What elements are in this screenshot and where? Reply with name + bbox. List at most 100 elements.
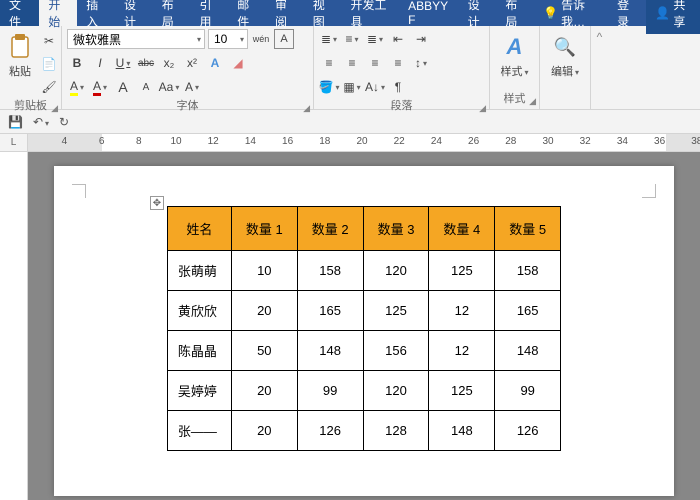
tab-6[interactable]: 审阅 — [266, 0, 304, 26]
cell-value[interactable]: 148 — [429, 411, 495, 451]
table-row[interactable]: 吴婷婷209912012599 — [167, 371, 560, 411]
ruler-vertical[interactable] — [0, 152, 28, 500]
cell-value[interactable]: 12 — [429, 291, 495, 331]
cell-value[interactable]: 125 — [429, 371, 495, 411]
table-move-handle[interactable]: ✥ — [150, 196, 164, 210]
line-spacing-button[interactable]: ↕ — [411, 53, 431, 73]
underline-button[interactable]: U — [113, 53, 133, 73]
cell-name[interactable]: 黄欣欣 — [167, 291, 231, 331]
font-name-combo[interactable]: 微软雅黑▾ — [67, 29, 205, 49]
strike-button[interactable]: abc — [136, 53, 156, 73]
tab-10[interactable]: 设计 — [459, 0, 497, 26]
table-header[interactable]: 姓名 — [167, 207, 231, 251]
cell-value[interactable]: 125 — [429, 251, 495, 291]
cut-button[interactable]: ✂ — [39, 31, 59, 51]
cell-value[interactable]: 20 — [231, 411, 297, 451]
cell-value[interactable]: 120 — [363, 371, 429, 411]
tab-4[interactable]: 引用 — [190, 0, 228, 26]
tab-9[interactable]: ABBYY F — [399, 0, 459, 26]
multilevel-button[interactable]: ≣ — [365, 29, 385, 49]
tab-8[interactable]: 开发工具 — [342, 0, 400, 26]
sort-button[interactable]: A↓ — [365, 77, 385, 97]
cell-value[interactable]: 148 — [495, 331, 561, 371]
grow-font-button[interactable]: A — [113, 77, 133, 97]
save-button[interactable]: 💾 — [8, 115, 23, 129]
ruler-horizontal[interactable]: L 468101214161820222426283032343638 — [0, 134, 700, 152]
tab-5[interactable]: 邮件 — [228, 0, 266, 26]
font-color-button[interactable]: A — [90, 77, 110, 97]
cell-value[interactable]: 158 — [495, 251, 561, 291]
eraser-button[interactable]: ◢ — [228, 53, 248, 73]
copy-button[interactable]: 📄 — [39, 54, 59, 74]
cell-value[interactable]: 20 — [231, 291, 297, 331]
table-row[interactable]: 陈晶晶5014815612148 — [167, 331, 560, 371]
cell-name[interactable]: 吴婷婷 — [167, 371, 231, 411]
decrease-indent-button[interactable]: ⇤ — [388, 29, 408, 49]
phonetic-guide-button[interactable]: wén — [251, 29, 271, 49]
collapse-ribbon-button[interactable]: ^ — [590, 26, 608, 109]
highlight-button[interactable]: A — [67, 77, 87, 97]
cell-value[interactable]: 128 — [363, 411, 429, 451]
dialog-launcher-icon[interactable]: ◢ — [51, 103, 58, 114]
cell-value[interactable]: 10 — [231, 251, 297, 291]
bullets-button[interactable]: ≣ — [319, 29, 339, 49]
dialog-launcher-icon[interactable]: ◢ — [303, 103, 310, 114]
cell-value[interactable]: 148 — [297, 331, 363, 371]
tab-11[interactable]: 布局 — [496, 0, 534, 26]
cell-name[interactable]: 张—— — [167, 411, 231, 451]
subscript-button[interactable]: x₂ — [159, 53, 179, 73]
table-header[interactable]: 数量 3 — [363, 207, 429, 251]
table-header[interactable]: 数量 5 — [495, 207, 561, 251]
justify-button[interactable]: ≡ — [388, 53, 408, 73]
cell-name[interactable]: 陈晶晶 — [167, 331, 231, 371]
italic-button[interactable]: I — [90, 53, 110, 73]
redo-button[interactable]: ↻ — [59, 115, 69, 129]
superscript-button[interactable]: x² — [182, 53, 202, 73]
cell-name[interactable]: 张萌萌 — [167, 251, 231, 291]
shrink-font-button[interactable]: A — [136, 77, 156, 97]
tab-7[interactable]: 视图 — [304, 0, 342, 26]
text-effects-button[interactable]: A — [205, 53, 225, 73]
cell-value[interactable]: 50 — [231, 331, 297, 371]
table-row[interactable]: 张萌萌10158120125158 — [167, 251, 560, 291]
cell-value[interactable]: 165 — [297, 291, 363, 331]
tab-2[interactable]: 设计 — [115, 0, 153, 26]
borders-button[interactable]: ▦ — [342, 77, 362, 97]
table-header[interactable]: 数量 4 — [429, 207, 495, 251]
cell-value[interactable]: 99 — [297, 371, 363, 411]
styles-button[interactable]: A 样式 — [495, 29, 534, 79]
dialog-launcher-icon[interactable]: ◢ — [479, 103, 486, 114]
cell-value[interactable]: 125 — [363, 291, 429, 331]
char-shading-button[interactable]: A — [182, 77, 202, 97]
paste-button[interactable]: 粘贴 — [5, 29, 35, 79]
align-right-button[interactable]: ≡ — [365, 53, 385, 73]
format-painter-button[interactable]: 🖌 — [39, 77, 59, 97]
cell-value[interactable]: 126 — [297, 411, 363, 451]
numbering-button[interactable]: ≡ — [342, 29, 362, 49]
editing-button[interactable]: 🔍 编辑 — [545, 29, 585, 79]
change-case-button[interactable]: Aa — [159, 77, 179, 97]
shading-button[interactable]: 🪣 — [319, 77, 339, 97]
share-button[interactable]: 👤 共享 — [646, 0, 700, 34]
bold-button[interactable]: B — [67, 53, 87, 73]
table-row[interactable]: 黄欣欣2016512512165 — [167, 291, 560, 331]
page[interactable]: ✥ 姓名数量 1数量 2数量 3数量 4数量 5 张萌萌101581201251… — [54, 166, 674, 496]
tab-file[interactable]: 文件 — [0, 0, 39, 26]
table-row[interactable]: 张——20126128148126 — [167, 411, 560, 451]
cell-value[interactable]: 20 — [231, 371, 297, 411]
char-border-button[interactable]: A — [274, 29, 294, 49]
align-left-button[interactable]: ≡ — [319, 53, 339, 73]
cell-value[interactable]: 156 — [363, 331, 429, 371]
cell-value[interactable]: 126 — [495, 411, 561, 451]
show-marks-button[interactable]: ¶ — [388, 77, 408, 97]
cell-value[interactable]: 12 — [429, 331, 495, 371]
cell-value[interactable]: 99 — [495, 371, 561, 411]
increase-indent-button[interactable]: ⇥ — [411, 29, 431, 49]
login-button[interactable]: 登录 — [608, 0, 646, 34]
tab-0[interactable]: 开始 — [39, 0, 77, 26]
table-header[interactable]: 数量 2 — [297, 207, 363, 251]
tab-3[interactable]: 布局 — [153, 0, 191, 26]
tab-1[interactable]: 插入 — [77, 0, 115, 26]
align-center-button[interactable]: ≡ — [342, 53, 362, 73]
cell-value[interactable]: 120 — [363, 251, 429, 291]
